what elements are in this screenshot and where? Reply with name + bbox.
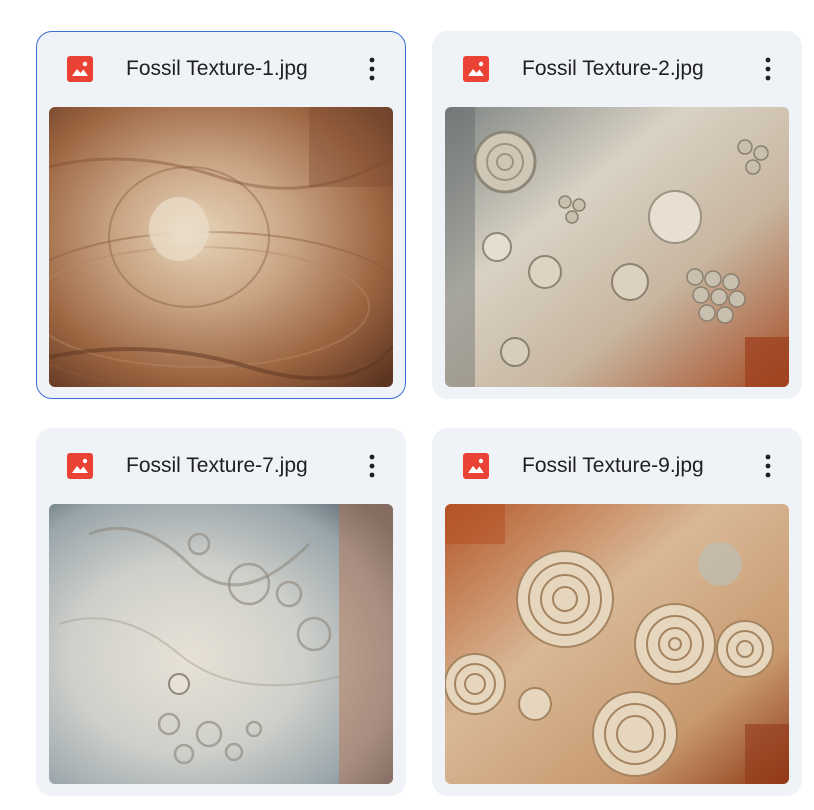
more-actions-button[interactable] bbox=[358, 53, 386, 85]
file-card-header: Fossil Texture-2.jpg bbox=[432, 31, 802, 107]
file-card[interactable]: Fossil Texture-9.jpg bbox=[432, 428, 802, 796]
file-card[interactable]: Fossil Texture-2.jpg bbox=[432, 31, 802, 399]
more-vert-icon bbox=[369, 57, 375, 81]
more-vert-icon bbox=[765, 454, 771, 478]
more-actions-button[interactable] bbox=[754, 53, 782, 85]
file-thumbnail[interactable] bbox=[445, 107, 789, 387]
more-actions-button[interactable] bbox=[754, 450, 782, 482]
file-name: Fossil Texture-9.jpg bbox=[522, 454, 704, 477]
image-file-icon bbox=[67, 453, 93, 479]
file-card-header: Fossil Texture-1.jpg bbox=[37, 32, 405, 108]
more-actions-button[interactable] bbox=[358, 450, 386, 482]
image-file-icon bbox=[67, 56, 93, 82]
file-card[interactable]: Fossil Texture-1.jpg bbox=[36, 31, 406, 399]
file-card-header: Fossil Texture-7.jpg bbox=[36, 428, 406, 504]
file-name: Fossil Texture-1.jpg bbox=[126, 57, 308, 80]
image-file-icon bbox=[463, 56, 489, 82]
file-grid: Fossil Texture-1.jpg Fossil Texture-2.jp… bbox=[0, 0, 814, 810]
more-vert-icon bbox=[765, 57, 771, 81]
file-thumbnail[interactable] bbox=[445, 504, 789, 784]
image-file-icon bbox=[463, 453, 489, 479]
more-vert-icon bbox=[369, 454, 375, 478]
file-name: Fossil Texture-2.jpg bbox=[522, 57, 704, 80]
file-card[interactable]: Fossil Texture-7.jpg bbox=[36, 428, 406, 796]
file-thumbnail[interactable] bbox=[49, 504, 393, 784]
file-card-header: Fossil Texture-9.jpg bbox=[432, 428, 802, 504]
file-thumbnail[interactable] bbox=[49, 107, 393, 387]
file-name: Fossil Texture-7.jpg bbox=[126, 454, 308, 477]
